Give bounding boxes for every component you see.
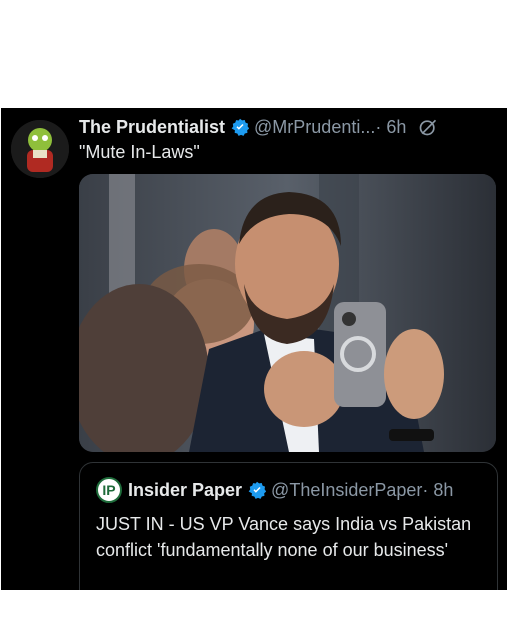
quoted-time[interactable]: · 8h (422, 480, 453, 501)
grok-icon[interactable] (418, 117, 438, 137)
post-time[interactable]: · 6h (375, 117, 406, 138)
author-name[interactable]: The Prudentialist (79, 117, 225, 138)
author-handle[interactable]: @MrPrudenti... (254, 117, 375, 138)
tweet-text: "Mute In-Laws" (79, 142, 200, 162)
tweet-header: The Prudentialist @MrPrudenti... · 6h (79, 114, 438, 140)
tweet-image[interactable] (79, 174, 496, 452)
quoted-handle[interactable]: @TheInsiderPaper (271, 480, 422, 501)
insider-paper-logo-icon: IP (96, 477, 122, 503)
quoted-text: JUST IN - US VP Vance says India vs Paki… (96, 514, 472, 560)
quoted-header: IP Insider Paper @TheInsiderPaper · 8h (96, 477, 453, 503)
author-avatar[interactable] (11, 120, 69, 178)
verified-badge-icon (231, 118, 250, 136)
tweet-card[interactable]: The Prudentialist @MrPrudenti... · 6h "M… (1, 108, 507, 590)
quoted-tweet[interactable]: IP Insider Paper @TheInsiderPaper · 8h J… (79, 462, 498, 590)
verified-badge-icon (248, 481, 267, 499)
quoted-author-name[interactable]: Insider Paper (128, 480, 242, 501)
